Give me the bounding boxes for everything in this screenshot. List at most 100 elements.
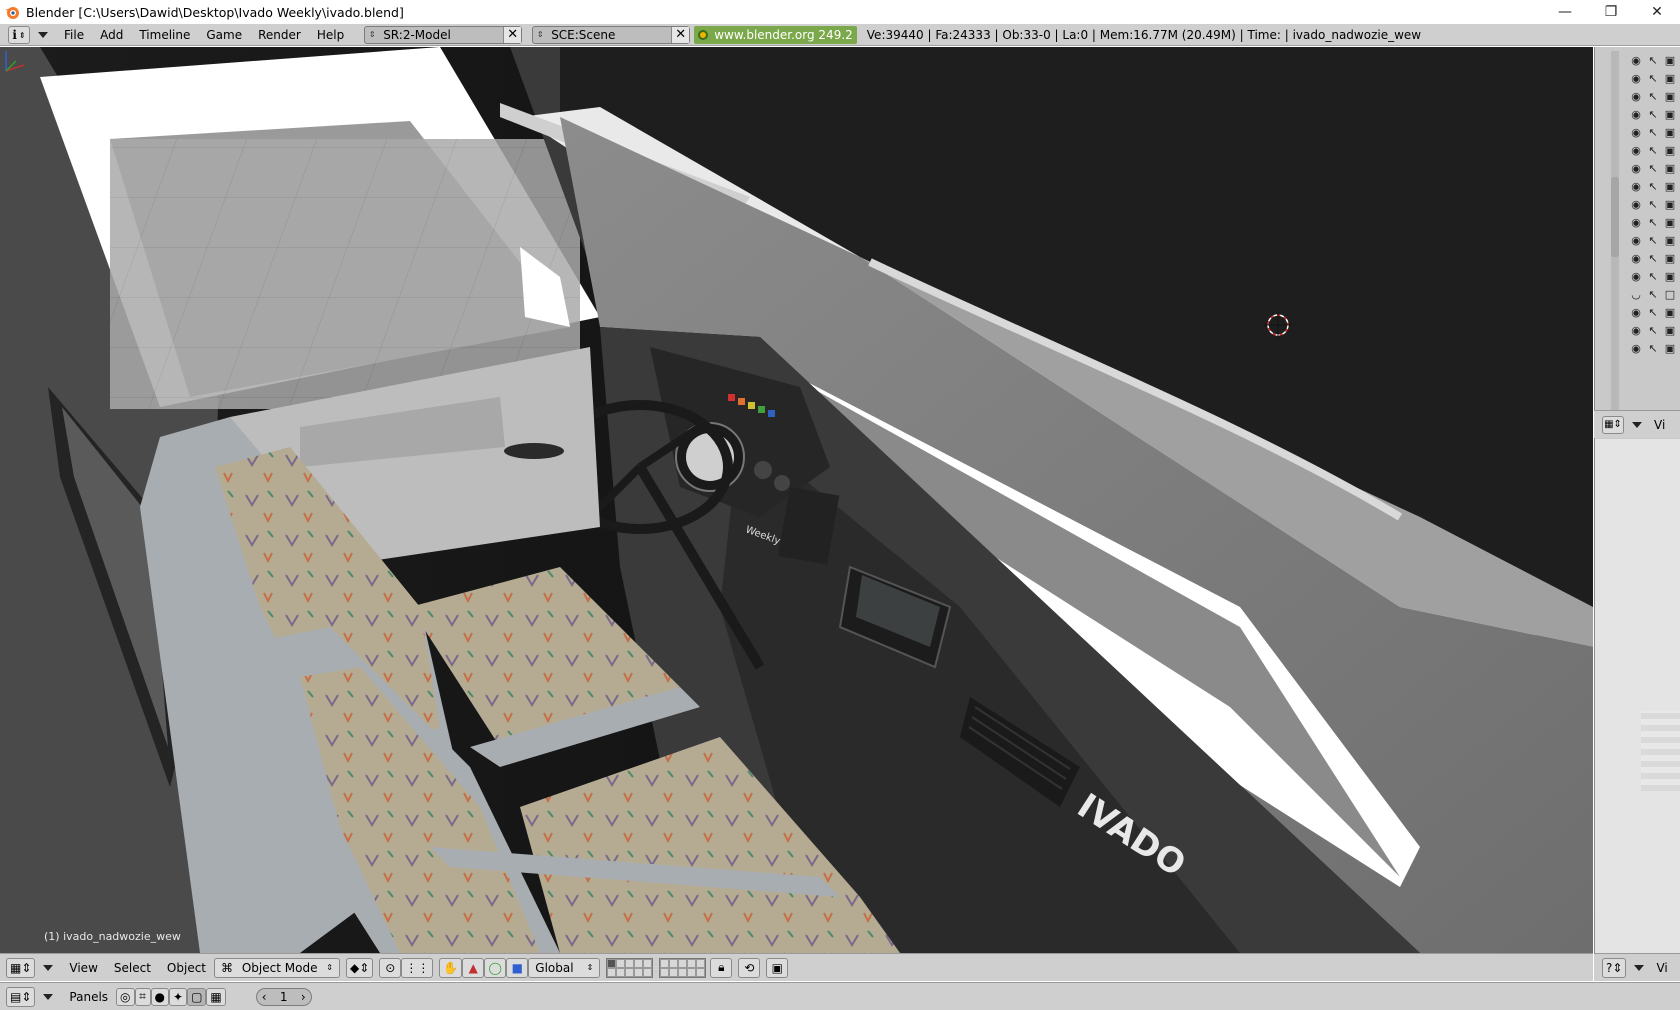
render-toggle-icon[interactable]: ▣ (1663, 162, 1677, 175)
outliner-panel[interactable]: ◉ ↖ ▣ ◉ ↖ ▣ ◉ ↖ ▣ ◉ ↖ ▣ ◉ ↖ ▣ ◉ ↖ ▣ ◉ ↖ ▣ ◉ ↖ ▣ ◉ ↖ ▣ ◉ ↖ ▣ ◉ ↖ ▣ ◉ ↖ ▣ ◉ ↖ ▣ ◡… (1594, 47, 1680, 447)
outliner-row[interactable]: ◉ ↖ ▣ (1629, 51, 1680, 69)
eye-icon[interactable]: ◉ (1629, 216, 1643, 229)
outliner-row[interactable]: ◉ ↖ ▣ (1629, 321, 1680, 339)
layer-buttons[interactable] (606, 957, 707, 978)
outliner-row[interactable]: ◉ ↖ ▣ (1629, 159, 1680, 177)
scene-selector[interactable]: ⇕ SCE:Scene ✕ (532, 25, 691, 44)
eye-icon[interactable]: ◉ (1629, 324, 1643, 337)
render-preview-icon[interactable]: ▣ (766, 957, 789, 978)
eye-icon[interactable]: ◉ (1629, 252, 1643, 265)
mode-selector[interactable]: ⌘ Object Mode ⇕ (214, 957, 341, 978)
object-context-icon[interactable]: ✦ (169, 987, 188, 1006)
eye-icon[interactable]: ◉ (1629, 234, 1643, 247)
select-arrow-icon[interactable]: ↖ (1646, 306, 1660, 319)
menu-render[interactable]: Render (250, 25, 309, 45)
render-toggle-icon[interactable]: ▣ (1663, 306, 1677, 319)
frame-increment-icon[interactable]: › (301, 990, 306, 1004)
editor-type-info-icon[interactable]: i ⇕ (8, 25, 30, 44)
lock-icon[interactable]: 🔒︎ (710, 957, 733, 978)
editor-type-buttons-icon[interactable]: ▤⇕ (6, 986, 36, 1007)
menu-select[interactable]: Select (106, 958, 159, 978)
menu-help[interactable]: Help (309, 25, 352, 45)
editor-type-icon[interactable]: ?⇕ (1602, 957, 1627, 978)
orientation-selector[interactable]: Global ⇕ (528, 957, 601, 978)
eye-icon[interactable]: ◉ (1629, 126, 1643, 139)
outliner-row[interactable]: ◉ ↖ ▣ (1629, 177, 1680, 195)
screen-selector[interactable]: ⇕ SR:2-Model ✕ (364, 25, 523, 44)
render-toggle-icon[interactable]: ▣ (1663, 324, 1677, 337)
outliner-row[interactable]: ◉ ↖ ▣ (1629, 267, 1680, 285)
menu-game[interactable]: Game (198, 25, 250, 45)
render-toggle-icon[interactable]: ▣ (1663, 108, 1677, 121)
render-toggle-icon[interactable]: ▣ (1663, 180, 1677, 193)
minimize-button[interactable]: — (1542, 0, 1588, 24)
pivot-icon[interactable]: ⊙ (379, 957, 402, 978)
select-arrow-icon[interactable]: ↖ (1646, 288, 1660, 301)
render-toggle-icon[interactable]: ▣ (1663, 234, 1677, 247)
render-toggle-icon[interactable]: ▣ (1663, 198, 1677, 211)
menu-object[interactable]: Object (159, 958, 214, 978)
maximize-button[interactable]: ❐ (1588, 0, 1634, 24)
viewport-scene[interactable]: Weekly IVADO (0, 47, 1593, 953)
delete-scene-icon[interactable]: ✕ (671, 26, 690, 43)
layer-grid-2[interactable] (659, 957, 707, 978)
outliner-row[interactable]: ◉ ↖ ▣ (1629, 123, 1680, 141)
select-arrow-icon[interactable]: ↖ (1646, 216, 1660, 229)
eye-icon[interactable]: ◉ (1629, 198, 1643, 211)
outliner-row[interactable]: ◉ ↖ ▣ (1629, 195, 1680, 213)
render-toggle-icon[interactable]: ▣ (1663, 90, 1677, 103)
manipulator-scale-icon[interactable]: ■ (506, 957, 529, 978)
render-toggle-icon[interactable]: ▣ (1663, 144, 1677, 157)
menu-add[interactable]: Add (92, 25, 131, 45)
select-arrow-icon[interactable]: ↖ (1646, 324, 1660, 337)
select-arrow-icon[interactable]: ↖ (1646, 234, 1660, 247)
outliner-row[interactable]: ◉ ↖ ▣ (1629, 87, 1680, 105)
scene-name[interactable]: SCE:Scene (547, 28, 671, 42)
render-toggle-icon[interactable]: ▣ (1663, 342, 1677, 355)
eye-icon[interactable]: ◉ (1629, 90, 1643, 103)
select-arrow-icon[interactable]: ↖ (1646, 252, 1660, 265)
render-toggle-icon[interactable]: ▣ (1663, 72, 1677, 85)
eye-icon[interactable]: ◉ (1629, 342, 1643, 355)
outliner-row[interactable]: ◉ ↖ ▣ (1629, 303, 1680, 321)
frame-decrement-icon[interactable]: ‹ (262, 990, 267, 1004)
view-label[interactable]: Vi (1656, 961, 1667, 975)
select-arrow-icon[interactable]: ↖ (1646, 162, 1660, 175)
layer-grid-1[interactable] (606, 957, 654, 978)
editing-context-icon[interactable]: ▢ (187, 987, 207, 1006)
collapse-menu-icon[interactable] (38, 31, 48, 38)
select-arrow-icon[interactable]: ↖ (1646, 342, 1660, 355)
logic-context-icon[interactable]: ◎ (116, 987, 135, 1006)
close-button[interactable]: ✕ (1634, 0, 1680, 24)
collapse-menu-icon[interactable] (1634, 964, 1645, 971)
scene-context-icon[interactable]: ▦ (206, 987, 226, 1006)
render-toggle-icon[interactable]: □ (1663, 288, 1677, 301)
render-toggle-icon[interactable]: ▣ (1663, 252, 1677, 265)
shading-context-icon[interactable]: ● (150, 987, 169, 1006)
eye-icon[interactable]: ◉ (1629, 162, 1643, 175)
render-toggle-icon[interactable]: ▣ (1663, 270, 1677, 283)
select-arrow-icon[interactable]: ↖ (1646, 72, 1660, 85)
select-arrow-icon[interactable]: ↖ (1646, 90, 1660, 103)
frame-field[interactable]: ‹ 1 › (255, 987, 312, 1006)
select-arrow-icon[interactable]: ↖ (1646, 270, 1660, 283)
eye-icon[interactable]: ◉ (1629, 108, 1643, 121)
manipulator-hand-icon[interactable]: ✋ (439, 957, 463, 978)
3d-viewport[interactable]: Weekly IVADO (1) ivado_nadwozie_wew (0, 47, 1593, 953)
menu-file[interactable]: File (56, 25, 92, 45)
menu-view[interactable]: View (61, 958, 105, 978)
frame-value[interactable]: 1 (280, 990, 288, 1004)
manipulator-translate-icon[interactable]: ▲ (462, 957, 485, 978)
website-text[interactable]: www.blender.org 249.2 (714, 28, 853, 42)
delete-screen-icon[interactable]: ✕ (503, 26, 522, 43)
eye-icon[interactable]: ◉ (1629, 72, 1643, 85)
render-toggle-icon[interactable]: ▣ (1663, 54, 1677, 67)
outliner-row[interactable]: ◉ ↖ ▣ (1629, 339, 1680, 357)
editor-type-3dview-icon[interactable]: ▦⇕ (6, 957, 36, 978)
menu-panels[interactable]: Panels (61, 987, 116, 1007)
eye-icon[interactable]: ◉ (1629, 144, 1643, 157)
outliner-row[interactable]: ◉ ↖ ▣ (1629, 213, 1680, 231)
editor-type-outliner-icon[interactable]: ▦⇕ (1602, 415, 1624, 434)
select-arrow-icon[interactable]: ↖ (1646, 108, 1660, 121)
eye-icon[interactable]: ◉ (1629, 306, 1643, 319)
